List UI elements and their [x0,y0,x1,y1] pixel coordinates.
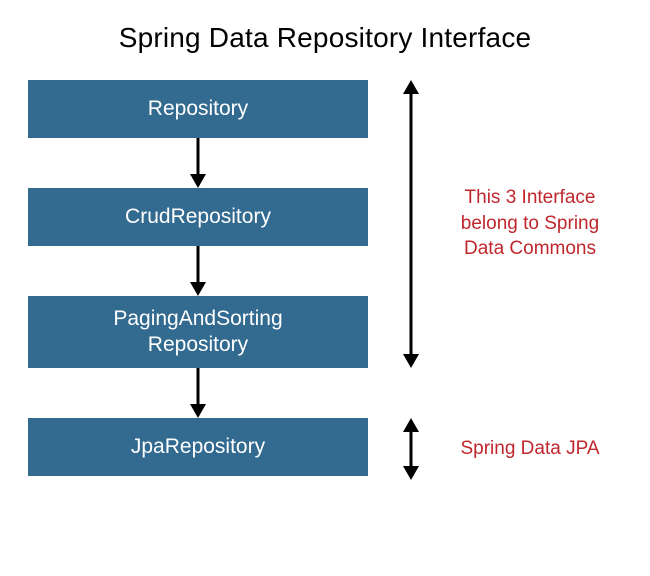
box-paging-text: PagingAndSorting Repository [113,306,282,359]
paging-line2: Repository [148,333,248,356]
box-jpa-repository: JpaRepository [28,418,368,476]
annotation-top: This 3 Interface belong to Spring Data C… [445,185,615,262]
box-crud-repository: CrudRepository [28,188,368,246]
arrow-down-icon [28,368,368,418]
page-title: Spring Data Repository Interface [0,0,650,54]
bracket-top [398,80,424,368]
paging-line1: PagingAndSorting [113,307,282,330]
box-repository: Repository [28,80,368,138]
annotation-bottom: Spring Data JPA [445,436,615,462]
bracket-bottom [398,418,424,480]
hierarchy-diagram: Repository CrudRepository PagingAndSorti… [28,80,368,476]
arrow-down-icon [28,246,368,296]
arrow-down-icon [28,138,368,188]
box-paging-repository: PagingAndSorting Repository [28,296,368,368]
